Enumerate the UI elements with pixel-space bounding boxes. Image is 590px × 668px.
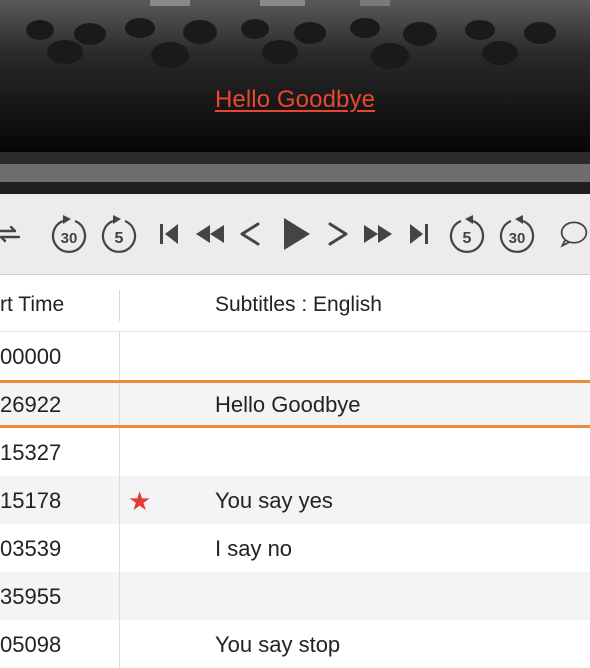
speech-bubble-icon bbox=[560, 221, 588, 248]
forward-5-icon: 5 bbox=[449, 215, 485, 253]
timeline-track-top bbox=[0, 152, 590, 164]
table-row[interactable]: 15327 bbox=[0, 428, 590, 476]
row-subtitle-text: Hello Goodbye bbox=[215, 392, 361, 417]
subtitle-overlay: Hello Goodbye bbox=[214, 86, 376, 113]
table-header: rt Time Subtitles : English bbox=[0, 276, 590, 332]
play-button[interactable] bbox=[278, 212, 314, 256]
rewind-30-icon: 30 bbox=[51, 215, 87, 253]
forward-30-icon: 30 bbox=[499, 215, 535, 253]
column-divider[interactable] bbox=[119, 290, 120, 321]
playback-controls: 30 5 5 30 bbox=[0, 194, 590, 275]
column-header-start-time[interactable]: rt Time bbox=[0, 293, 64, 317]
fast-forward-button[interactable] bbox=[360, 212, 396, 256]
table-row-selected[interactable]: 26922 Hello Goodbye bbox=[0, 380, 590, 428]
previous-button[interactable] bbox=[236, 212, 264, 256]
row-subtitle-text: You say yes bbox=[215, 488, 333, 513]
rewind-5-button[interactable]: 5 bbox=[98, 212, 140, 256]
previous-icon bbox=[240, 222, 260, 246]
row-subtitle-text: I say no bbox=[215, 536, 293, 561]
column-divider bbox=[119, 524, 120, 572]
row-start-time: 26922 bbox=[0, 392, 62, 417]
table-row[interactable]: 35955 bbox=[0, 572, 590, 620]
timeline-scrubber[interactable] bbox=[0, 164, 590, 182]
star-icon[interactable]: ★ bbox=[128, 486, 151, 517]
next-button[interactable] bbox=[324, 212, 352, 256]
subtitle-table: rt Time Subtitles : English 00000 26922 … bbox=[0, 276, 590, 668]
svg-text:5: 5 bbox=[115, 230, 124, 247]
row-start-time: 15327 bbox=[0, 440, 62, 465]
svg-text:30: 30 bbox=[509, 230, 526, 247]
row-start-time: 00000 bbox=[0, 344, 62, 369]
timeline-track-bottom bbox=[0, 182, 590, 194]
loop-icon bbox=[0, 225, 21, 243]
table-row[interactable]: 05098 You say stop bbox=[0, 620, 590, 668]
skip-to-end-icon bbox=[410, 224, 428, 244]
column-divider bbox=[119, 620, 120, 668]
play-icon bbox=[284, 218, 310, 250]
column-divider bbox=[119, 383, 120, 425]
table-row[interactable]: 00000 bbox=[0, 332, 590, 380]
table-row[interactable]: 15178 ★ You say yes bbox=[0, 476, 590, 524]
fast-rewind-button[interactable] bbox=[192, 212, 228, 256]
row-subtitle-text: You say stop bbox=[215, 632, 341, 657]
column-divider bbox=[119, 476, 120, 524]
forward-5-button[interactable]: 5 bbox=[446, 212, 488, 256]
column-divider bbox=[119, 572, 120, 620]
speech-bubble-button[interactable] bbox=[552, 212, 590, 256]
fast-rewind-icon bbox=[196, 225, 224, 243]
row-start-time: 15178 bbox=[0, 488, 62, 513]
table-body: 00000 26922 Hello Goodbye 15327 15178 ★ … bbox=[0, 332, 590, 668]
svg-text:30: 30 bbox=[61, 230, 78, 247]
row-start-time: 05098 bbox=[0, 632, 62, 657]
loop-button[interactable] bbox=[0, 212, 24, 256]
rewind-5-icon: 5 bbox=[101, 215, 137, 253]
row-start-time: 03539 bbox=[0, 536, 62, 561]
svg-text:5: 5 bbox=[463, 230, 472, 247]
table-row[interactable]: 03539 I say no bbox=[0, 524, 590, 572]
row-start-time: 35955 bbox=[0, 584, 62, 609]
fast-forward-icon bbox=[364, 225, 392, 243]
column-divider bbox=[119, 332, 120, 380]
skip-to-end-button[interactable] bbox=[406, 212, 432, 256]
next-icon bbox=[328, 222, 348, 246]
skip-to-start-icon bbox=[160, 224, 178, 244]
column-header-subtitles[interactable]: Subtitles : English bbox=[215, 293, 382, 317]
forward-30-button[interactable]: 30 bbox=[496, 212, 538, 256]
skip-to-start-button[interactable] bbox=[156, 212, 182, 256]
rewind-30-button[interactable]: 30 bbox=[48, 212, 90, 256]
video-player[interactable]: Hello Goodbye bbox=[0, 0, 590, 152]
column-divider bbox=[119, 428, 120, 476]
video-frame bbox=[0, 0, 590, 152]
